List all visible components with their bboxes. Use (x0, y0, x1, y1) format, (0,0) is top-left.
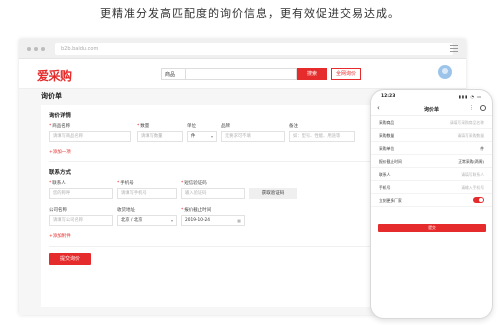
product-name-label-text: 商品名称 (52, 124, 71, 129)
get-code-button[interactable]: 获取验证码 (249, 188, 297, 199)
phone-row-contact[interactable]: 联系人 请填写联系人 (371, 168, 492, 181)
address-label: 收货地址 (117, 208, 135, 213)
row-key: 立刻更多厂家 (379, 198, 402, 203)
search-category-select[interactable]: 商品 (161, 68, 185, 80)
sms-code-input[interactable]: 输入验证码 (181, 188, 245, 199)
unit-value: 件 (191, 134, 196, 139)
contact-person-label-text: 联系人 (52, 181, 66, 186)
phone-row-unit[interactable]: 采购单位 件 (371, 142, 492, 155)
search-button[interactable]: 搜索 (297, 68, 327, 80)
section-title-detail: 询价详情 (49, 113, 72, 119)
phone-row-deadline[interactable]: 报价截止时间 正常采购(两周) (371, 155, 492, 168)
window-dot[interactable] (34, 47, 38, 51)
hamburger-menu-icon[interactable] (450, 45, 458, 54)
row-key: 手机号 (379, 185, 391, 190)
toggle-switch[interactable] (473, 197, 484, 203)
remark-label: 备注 (289, 124, 298, 129)
phone-row-more-suppliers: 立刻更多厂家 (371, 194, 492, 207)
search-bar: 商品 搜索 全网询价 (161, 68, 361, 80)
calendar-icon: ▦ (237, 218, 241, 223)
row-value: 请填写采购数量 (457, 133, 484, 138)
product-name-label: *商品名称 (49, 124, 71, 129)
address-bar[interactable]: b2b.baidu.com (55, 43, 453, 55)
post-inquiry-button[interactable]: 全网询价 (331, 68, 361, 80)
unit-select[interactable]: 件 ▾ (187, 131, 217, 142)
sms-code-label-text: 短信验证码 (184, 181, 207, 186)
phone-time: 12:23 (381, 94, 396, 99)
phone-mockup: 12:23 ▮▮▮ ◔ ▭ ‹ 询价单 ⋮ 采购商品 请填写采购商品名称 采购数… (370, 89, 493, 319)
avatar[interactable] (438, 65, 452, 79)
more-icon[interactable]: ⋮ (469, 105, 474, 111)
sms-code-label: *短信验证码 (181, 181, 207, 186)
row-key: 采购单位 (379, 146, 395, 151)
chevron-down-icon: ▾ (170, 218, 173, 223)
deadline-value: 2019-10-24 (185, 218, 210, 223)
phone-status-bar: 12:23 ▮▮▮ ◔ ▭ (371, 90, 492, 102)
address-value: 北京 / 北京 (121, 218, 143, 223)
row-key: 报价截止时间 (379, 159, 402, 164)
row-value: 请填写联系人 (461, 172, 484, 177)
deadline-label-text: 报价截止时间 (184, 208, 212, 213)
address-select[interactable]: 北京 / 北京 ▾ (117, 215, 177, 226)
browser-chrome: b2b.baidu.com (19, 39, 466, 59)
close-icon[interactable] (480, 105, 486, 111)
brand-label: 品牌 (221, 124, 230, 129)
headline: 更精准分发高匹配度的询价信息，更有效促进交易达成。 (100, 7, 400, 20)
quantity-input[interactable]: 请填写数量 (137, 131, 183, 142)
status-icons: ▮▮▮ ◔ ▭ (458, 94, 482, 99)
contact-person-label: *联系人 (49, 181, 66, 186)
row-value: 正常采购(两周) (458, 159, 484, 164)
phone-label-text: 手机号 (120, 181, 134, 186)
row-value: 请输入手机号 (461, 185, 484, 190)
window-dot[interactable] (27, 47, 31, 51)
phone-label: *手机号 (117, 181, 134, 186)
submit-inquiry-button[interactable]: 提交询价 (49, 253, 91, 265)
remark-input[interactable]: 如：型号、性能、用途等 (289, 131, 355, 142)
add-attachment-link[interactable]: +添加附件 (49, 233, 71, 239)
row-key: 采购商品 (379, 120, 395, 125)
phone-row-quantity[interactable]: 采购数量 请填写采购数量 (371, 129, 492, 142)
window-dot[interactable] (41, 47, 45, 51)
row-value: 件 (480, 146, 484, 151)
phone-input[interactable]: 请填写手机号 (117, 188, 177, 199)
phone-submit-button[interactable]: 提交 (378, 224, 486, 232)
section-title-contact: 联系方式 (49, 170, 72, 176)
brand-input[interactable]: 无要求可不填 (221, 131, 285, 142)
top-nav: 爱采购 商品 搜索 全网询价 (19, 59, 466, 89)
row-key: 采购数量 (379, 133, 395, 138)
product-name-input[interactable]: 请填写商品名称 (49, 131, 131, 142)
deadline-label: *报价截止时间 (181, 208, 212, 213)
phone-nav-bar: ‹ 询价单 ⋮ (371, 102, 492, 116)
company-input[interactable]: 请填写公司名称 (49, 215, 113, 226)
search-input[interactable] (185, 68, 297, 80)
chevron-down-icon: ▾ (210, 134, 213, 139)
quantity-label: *数量 (137, 124, 150, 129)
phone-row-phone[interactable]: 手机号 请输入手机号 (371, 181, 492, 194)
contact-person-input[interactable]: 您的称呼 (49, 188, 113, 199)
quantity-label-text: 数量 (140, 124, 150, 129)
page-title: 询价单 (41, 92, 62, 100)
logo[interactable]: 爱采购 (37, 67, 72, 84)
row-key: 联系人 (379, 172, 391, 177)
window-controls (27, 47, 45, 51)
company-label: 公司名称 (49, 208, 67, 213)
phone-row-product[interactable]: 采购商品 请填写采购商品名称 (371, 116, 492, 129)
unit-label: 单位 (187, 124, 196, 129)
deadline-date-picker[interactable]: 2019-10-24 ▦ (181, 215, 245, 226)
add-item-link[interactable]: +添加一项 (49, 149, 71, 155)
row-value: 请填写采购商品名称 (449, 120, 484, 125)
